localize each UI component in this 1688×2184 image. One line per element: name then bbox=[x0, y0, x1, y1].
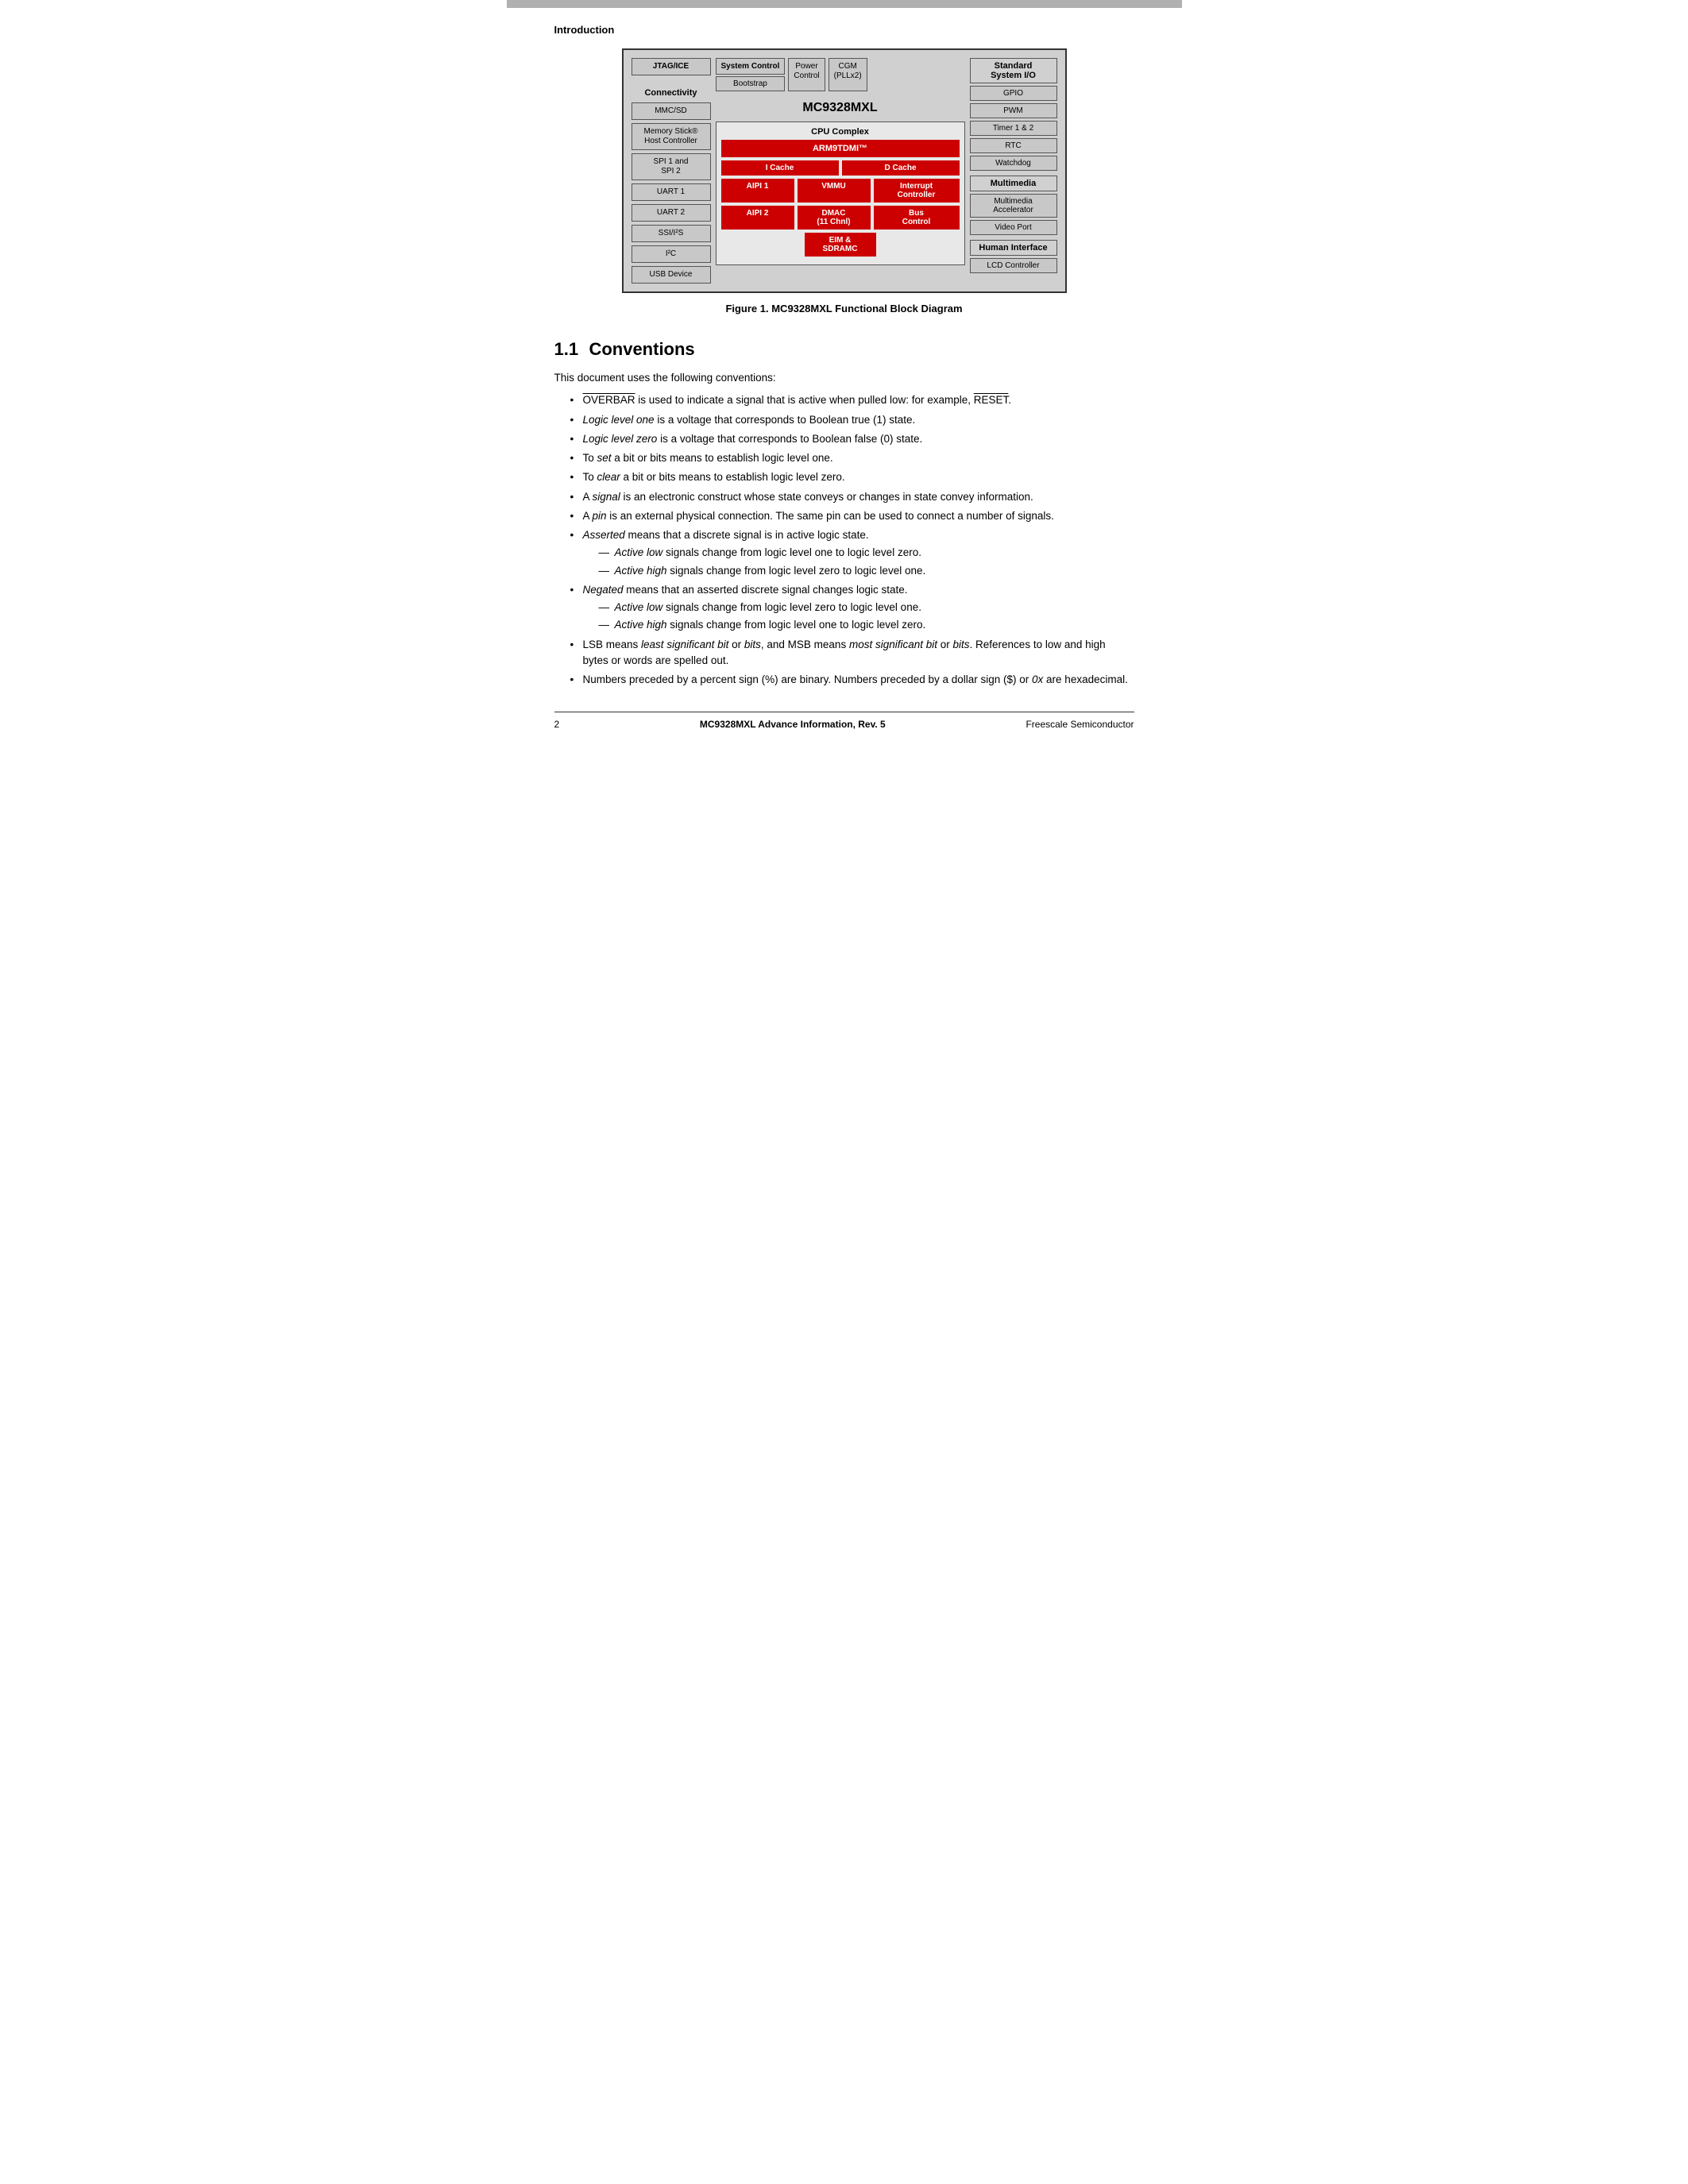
usb-device-box: USB Device bbox=[632, 266, 711, 284]
vmmu-box: VMMU bbox=[798, 179, 871, 203]
list-item: LSB means least significant bit or bits,… bbox=[570, 637, 1134, 669]
sub-list-item: Active high signals change from logic le… bbox=[599, 617, 1134, 633]
rtc-box: RTC bbox=[970, 138, 1057, 153]
overbar-text: OVERBAR bbox=[583, 394, 635, 406]
signal-italic: signal bbox=[593, 491, 620, 503]
reset-overbar: RESET bbox=[974, 394, 1009, 406]
list-item: A signal is an electronic construct whos… bbox=[570, 489, 1134, 505]
list-item: To set a bit or bits means to establish … bbox=[570, 450, 1134, 466]
watchdog-box: Watchdog bbox=[970, 156, 1057, 171]
section-label: Introduction bbox=[554, 24, 1134, 36]
list-item: Asserted means that a discrete signal is… bbox=[570, 527, 1134, 579]
top-bar bbox=[507, 0, 1182, 8]
sub-list-item: Active low signals change from logic lev… bbox=[599, 545, 1134, 561]
active-low-italic: Active low bbox=[615, 546, 663, 558]
system-control-row: System Control Bootstrap PowerControl CG… bbox=[716, 58, 965, 91]
sys-ctrl-header: System Control bbox=[716, 58, 786, 75]
bus-control-box: BusControl bbox=[874, 206, 960, 230]
list-item: Logic level one is a voltage that corres… bbox=[570, 412, 1134, 428]
icache-box: I Cache bbox=[721, 160, 839, 176]
bits-italic-2: bits bbox=[953, 639, 970, 650]
chip-name: MC9328MXL bbox=[716, 101, 965, 115]
asserted-italic: Asserted bbox=[583, 529, 625, 541]
cpu-header: CPU Complex bbox=[721, 127, 960, 137]
spi-box: SPI 1 andSPI 2 bbox=[632, 153, 711, 180]
power-control-box: PowerControl bbox=[788, 58, 825, 91]
intro-text: This document uses the following convent… bbox=[554, 370, 1134, 386]
figure-caption: Figure 1. MC9328MXL Functional Block Dia… bbox=[554, 303, 1134, 314]
cgm-box: CGM(PLLx2) bbox=[829, 58, 867, 91]
footer-center-text: MC9328MXL Advance Information, Rev. 5 bbox=[700, 719, 886, 730]
pin-italic: pin bbox=[593, 510, 607, 522]
section-heading: 1.1 Conventions bbox=[554, 338, 1134, 361]
mmcsd-box: MMC/SD bbox=[632, 102, 711, 120]
center-column: System Control Bootstrap PowerControl CG… bbox=[716, 58, 965, 284]
standard-sysio-section: StandardSystem I/O GPIO PWM Timer 1 & 2 … bbox=[970, 58, 1057, 171]
page-footer: 2 MC9328MXL Advance Information, Rev. 5 … bbox=[554, 712, 1134, 730]
logic-one-italic: Logic level one bbox=[583, 414, 655, 426]
list-item: OVERBAR is used to indicate a signal tha… bbox=[570, 392, 1134, 408]
connectivity-column: JTAG/ICE Connectivity MMC/SD Memory Stic… bbox=[632, 58, 711, 284]
list-item: Logic level zero is a voltage that corre… bbox=[570, 431, 1134, 447]
human-interface-section: Human Interface LCD Controller bbox=[970, 240, 1057, 273]
gpio-box: GPIO bbox=[970, 86, 1057, 101]
human-if-header: Human Interface bbox=[970, 240, 1057, 256]
negated-italic: Negated bbox=[583, 584, 624, 596]
std-sysio-header: StandardSystem I/O bbox=[970, 58, 1057, 83]
aipi1-row: AIPI 1 VMMU InterruptController bbox=[721, 179, 960, 203]
video-port-box: Video Port bbox=[970, 220, 1057, 235]
0x-italic: 0x bbox=[1032, 673, 1043, 685]
sys-ctrl-group: System Control Bootstrap bbox=[716, 58, 786, 91]
pwm-box: PWM bbox=[970, 103, 1057, 118]
active-high-italic: Active high bbox=[615, 565, 667, 577]
block-diagram: JTAG/ICE Connectivity MMC/SD Memory Stic… bbox=[622, 48, 1067, 293]
msb-italic: most significant bit bbox=[849, 639, 937, 650]
aipi2-row: AIPI 2 DMAC(11 Chnl) BusControl bbox=[721, 206, 960, 230]
list-item: A pin is an external physical connection… bbox=[570, 508, 1134, 524]
arm-box: ARM9TDMI™ bbox=[721, 140, 960, 157]
cpu-complex: CPU Complex ARM9TDMI™ I Cache D Cache AI… bbox=[716, 122, 965, 265]
bits-italic: bits bbox=[744, 639, 761, 650]
right-column: StandardSystem I/O GPIO PWM Timer 1 & 2 … bbox=[970, 58, 1057, 284]
conventions-list: OVERBAR is used to indicate a signal tha… bbox=[570, 392, 1134, 688]
eim-row: EIM &SDRAMC bbox=[721, 233, 960, 257]
memorystick-box: Memory Stick®Host Controller bbox=[632, 123, 711, 150]
eim-box: EIM &SDRAMC bbox=[805, 233, 876, 257]
aipi2-box: AIPI 2 bbox=[721, 206, 794, 230]
multimedia-accel-box: MultimediaAccelerator bbox=[970, 194, 1057, 218]
multimedia-section: Multimedia MultimediaAccelerator Video P… bbox=[970, 176, 1057, 235]
lsb-italic: least significant bit bbox=[641, 639, 728, 650]
diagram-container: JTAG/ICE Connectivity MMC/SD Memory Stic… bbox=[554, 48, 1134, 293]
active-high-italic-2: Active high bbox=[615, 619, 667, 631]
asserted-sub-list: Active low signals change from logic lev… bbox=[599, 545, 1134, 579]
negated-sub-list: Active low signals change from logic lev… bbox=[599, 600, 1134, 634]
dcache-box: D Cache bbox=[842, 160, 960, 176]
multimedia-header: Multimedia bbox=[970, 176, 1057, 191]
i2c-box: I²C bbox=[632, 245, 711, 263]
list-item: Numbers preceded by a percent sign (%) a… bbox=[570, 672, 1134, 688]
list-item: Negated means that an asserted discrete … bbox=[570, 582, 1134, 634]
jtag-box: JTAG/ICE bbox=[632, 58, 711, 75]
list-item: To clear a bit or bits means to establis… bbox=[570, 469, 1134, 485]
connectivity-header: Connectivity bbox=[632, 88, 711, 98]
footer-right-text: Freescale Semiconductor bbox=[1026, 719, 1134, 730]
set-italic: set bbox=[597, 452, 612, 464]
aipi1-box: AIPI 1 bbox=[721, 179, 794, 203]
cache-row: I Cache D Cache bbox=[721, 160, 960, 176]
clear-italic: clear bbox=[597, 471, 620, 483]
bootstrap-box: Bootstrap bbox=[716, 76, 786, 91]
dmac-box: DMAC(11 Chnl) bbox=[798, 206, 871, 230]
active-low-italic-2: Active low bbox=[615, 601, 663, 613]
uart2-box: UART 2 bbox=[632, 204, 711, 222]
timer-box: Timer 1 & 2 bbox=[970, 121, 1057, 136]
sub-list-item: Active high signals change from logic le… bbox=[599, 563, 1134, 579]
footer-page-number: 2 bbox=[554, 719, 560, 730]
ssi-box: SSI/I²S bbox=[632, 225, 711, 242]
sub-list-item: Active low signals change from logic lev… bbox=[599, 600, 1134, 615]
uart1-box: UART 1 bbox=[632, 183, 711, 201]
lcd-controller-box: LCD Controller bbox=[970, 258, 1057, 273]
logic-zero-italic: Logic level zero bbox=[583, 433, 658, 445]
interrupt-box: InterruptController bbox=[874, 179, 960, 203]
